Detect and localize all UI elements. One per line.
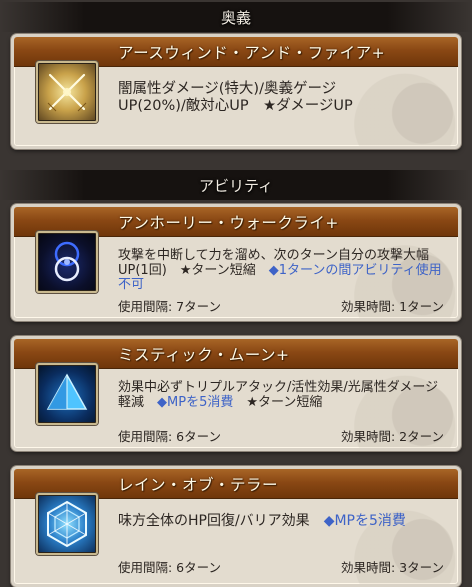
- section-header-ougi: 奥義: [0, 2, 472, 32]
- section-header-ability: アビリティ: [0, 170, 472, 200]
- ability-1-cooldown: 使用間隔: 7ターン: [118, 299, 222, 314]
- ability-2-cooldown: 使用間隔: 6ターン: [118, 429, 222, 444]
- crossed-swords-icon: [36, 61, 98, 123]
- ability-3-stats: 使用間隔: 6ターン 効果時間: 3ターン: [118, 557, 444, 576]
- ability-3-name: レイン・オブ・テラー: [118, 476, 279, 494]
- ougi-desc-line1: 闇属性ダメージ(特大)/奥義ゲージ: [118, 81, 337, 97]
- ability-3-cooldown: 使用間隔: 6ターン: [118, 560, 222, 575]
- ability-1-duration: 効果時間: 1ターン: [340, 299, 444, 314]
- ability-3-description: 味方全体のHP回復/バリア効果 ◆MPを5消費: [118, 513, 444, 529]
- ability-3-desc-main: 味方全体のHP回復/バリア効果: [118, 513, 324, 529]
- ability-3-desc-mp: ◆MPを5消費: [323, 513, 406, 529]
- ability-2-desc-mp: ◆MPを5消費: [157, 394, 234, 410]
- section-title-ougi: 奥義: [220, 8, 251, 27]
- ougi-name: アースウィンド・アンド・ファイア+: [118, 44, 386, 62]
- ability-card-1[interactable]: アンホーリー・ウォークライ+ 攻撃を中断して力を溜め、次のターン自分の攻撃大幅U…: [11, 204, 461, 321]
- ability-2-desc-extra: ★ターン短縮: [233, 394, 323, 410]
- ability-2-name: ミスティック・ムーン+: [118, 346, 290, 364]
- section-title-ability: アビリティ: [198, 176, 274, 195]
- ougi-description: 闇属性ダメージ(特大)/奥義ゲージ UP(20%)/敵対心UP ★ダメージUP: [118, 81, 444, 115]
- ability-1-stats: 使用間隔: 7ターン 効果時間: 1ターン: [118, 296, 444, 315]
- triangle-prism-icon: [36, 363, 98, 425]
- ability-card-3[interactable]: レイン・オブ・テラー 味方全体のHP回復/バリア効果 ◆MPを5消費 使用間隔:…: [11, 466, 461, 587]
- ability-2-duration: 効果時間: 2ターン: [340, 429, 444, 444]
- ability-2-description: 効果中必ずトリプルアタック/活性効果/光属性ダメージ軽減 ◆MPを5消費 ★ター…: [118, 380, 444, 410]
- hexagon-barrier-icon: [36, 493, 98, 555]
- ougi-card[interactable]: アースウィンド・アンド・ファイア+ 闇属性ダメージ(特大)/奥義ゲージ UP(2…: [11, 34, 461, 149]
- ability-1-description: 攻撃を中断して力を溜め、次のターン自分の攻撃大幅UP(1回) ★ターン短縮 ◆1…: [118, 248, 444, 293]
- ability-3-duration: 効果時間: 3ターン: [340, 560, 444, 575]
- dark-rings-icon: [36, 231, 98, 293]
- ability-1-name: アンホーリー・ウォークライ+: [118, 214, 339, 232]
- ability-card-2[interactable]: ミスティック・ムーン+ 効果中必ずトリプルアタック/活性効果/光属性ダメージ軽減…: [11, 336, 461, 451]
- ougi-desc-line2: UP(20%)/敵対心UP ★ダメージUP: [118, 98, 353, 114]
- ability-2-stats: 使用間隔: 6ターン 効果時間: 2ターン: [118, 426, 444, 445]
